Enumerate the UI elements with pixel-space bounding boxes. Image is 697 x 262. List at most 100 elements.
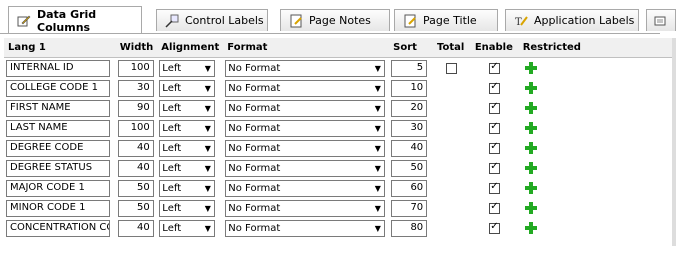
header-alignment: Alignment (157, 38, 224, 58)
sort-input[interactable]: 20 (391, 99, 428, 117)
add-restriction-icon[interactable] (524, 182, 537, 194)
format-select[interactable]: No Format ▼ (225, 219, 386, 237)
chevron-down-icon: ▼ (374, 83, 381, 93)
format-value: No Format (228, 62, 281, 74)
width-input[interactable]: 100 (117, 59, 154, 77)
enable-checkbox[interactable] (489, 221, 501, 234)
width-input[interactable]: 40 (117, 219, 154, 237)
chevron-down-icon: ▼ (204, 83, 211, 93)
add-restriction-icon[interactable] (524, 142, 537, 154)
enable-checkbox[interactable] (489, 101, 501, 114)
alignment-value: Left (162, 102, 182, 114)
width-input[interactable]: 100 (117, 119, 154, 137)
format-select[interactable]: No Format ▼ (225, 79, 386, 97)
width-input[interactable]: 40 (117, 159, 154, 177)
sort-input[interactable]: 50 (391, 159, 428, 177)
chevron-down-icon: ▼ (374, 163, 381, 173)
data-grid: Lang 1 Width Alignment Format Sort Total… (4, 38, 672, 248)
tab-control-labels[interactable]: Control Labels (156, 9, 268, 31)
enable-checkbox[interactable] (489, 121, 501, 134)
alignment-value: Left (162, 202, 182, 214)
tab-data-grid-columns[interactable]: Data Grid Columns (8, 6, 142, 34)
enable-checkbox[interactable] (489, 141, 501, 154)
alignment-select[interactable]: Left ▼ (159, 159, 216, 177)
chevron-down-icon: ▼ (204, 123, 211, 133)
format-value: No Format (228, 162, 281, 174)
enable-checkbox[interactable] (489, 61, 501, 74)
tab-page-title[interactable]: Page Title (394, 9, 498, 31)
tab-page-notes[interactable]: Page Notes (280, 9, 390, 31)
total-checkbox[interactable] (446, 62, 458, 74)
chevron-down-icon: ▼ (374, 143, 381, 153)
alignment-select[interactable]: Left ▼ (159, 199, 216, 217)
sort-input[interactable]: 80 (391, 219, 428, 237)
format-value: No Format (228, 142, 281, 154)
add-restriction-icon[interactable] (524, 222, 537, 234)
lang-input[interactable]: MINOR CODE 1 (6, 199, 110, 217)
lang-input[interactable]: MAJOR CODE 1 (6, 179, 110, 197)
sort-input[interactable]: 10 (391, 79, 428, 97)
enable-checkbox[interactable] (489, 201, 501, 214)
add-restriction-icon[interactable] (524, 162, 537, 174)
chevron-down-icon: ▼ (204, 63, 211, 73)
alignment-value: Left (162, 122, 182, 134)
width-input[interactable]: 50 (117, 199, 154, 217)
tab-application-labels[interactable]: T Application Labels (505, 9, 639, 31)
lang-input[interactable]: DEGREE CODE (6, 139, 110, 157)
sort-input[interactable]: 60 (391, 179, 428, 197)
format-select[interactable]: No Format ▼ (225, 119, 386, 137)
format-select[interactable]: No Format ▼ (225, 159, 386, 177)
format-select[interactable]: No Format ▼ (225, 139, 386, 157)
table-row: FIRST NAME 90 Left ▼ No Format ▼ 20 (4, 98, 672, 118)
edit-icon (403, 14, 417, 28)
sort-input[interactable]: 70 (391, 199, 428, 217)
alignment-value: Left (162, 162, 182, 174)
tab-overflow[interactable] (646, 9, 676, 31)
width-input[interactable]: 90 (117, 99, 154, 117)
add-restriction-icon[interactable] (524, 82, 537, 94)
alignment-select[interactable]: Left ▼ (159, 219, 216, 237)
sort-input[interactable]: 5 (391, 59, 428, 77)
alignment-select[interactable]: Left ▼ (159, 79, 216, 97)
add-restriction-icon[interactable] (524, 202, 537, 214)
grid-scrollbar[interactable] (672, 38, 676, 248)
enable-checkbox[interactable] (489, 161, 501, 174)
enable-checkbox[interactable] (489, 81, 501, 94)
format-select[interactable]: No Format ▼ (225, 179, 386, 197)
lang-input[interactable]: INTERNAL ID (6, 59, 110, 77)
lang-input[interactable]: LAST NAME (6, 119, 110, 137)
format-select[interactable]: No Format ▼ (225, 59, 386, 77)
header-enable: Enable (470, 38, 519, 58)
chevron-down-icon: ▼ (204, 143, 211, 153)
add-restriction-icon[interactable] (524, 122, 537, 134)
sort-input[interactable]: 30 (391, 119, 428, 137)
chevron-down-icon: ▼ (374, 183, 381, 193)
alignment-select[interactable]: Left ▼ (159, 119, 216, 137)
format-value: No Format (228, 122, 281, 134)
lang-input[interactable]: FIRST NAME (6, 99, 110, 117)
alignment-select[interactable]: Left ▼ (159, 179, 216, 197)
add-restriction-icon[interactable] (524, 62, 537, 74)
header-restricted: Restricted (518, 38, 672, 58)
lang-input[interactable]: CONCENTRATION COD (6, 219, 110, 237)
width-input[interactable]: 40 (117, 139, 154, 157)
tab-bar: Data Grid Columns Control Labels Page No… (0, 0, 697, 34)
add-restriction-icon[interactable] (524, 102, 537, 114)
format-select[interactable]: No Format ▼ (225, 99, 386, 117)
tab-label: Application Labels (534, 14, 635, 27)
lang-input[interactable]: DEGREE STATUS (6, 159, 110, 177)
table-row: MINOR CODE 1 50 Left ▼ No Format ▼ 70 (4, 198, 672, 218)
header-width: Width (115, 38, 158, 58)
lang-input[interactable]: COLLEGE CODE 1 (6, 79, 110, 97)
alignment-select[interactable]: Left ▼ (159, 59, 216, 77)
sort-input[interactable]: 40 (391, 139, 428, 157)
format-select[interactable]: No Format ▼ (225, 199, 386, 217)
enable-checkbox[interactable] (489, 181, 501, 194)
width-input[interactable]: 50 (117, 179, 154, 197)
width-input[interactable]: 30 (117, 79, 154, 97)
format-value: No Format (228, 202, 281, 214)
alignment-select[interactable]: Left ▼ (159, 139, 216, 157)
alignment-select[interactable]: Left ▼ (159, 99, 216, 117)
svg-text:T: T (515, 17, 522, 28)
alignment-value: Left (162, 222, 182, 234)
